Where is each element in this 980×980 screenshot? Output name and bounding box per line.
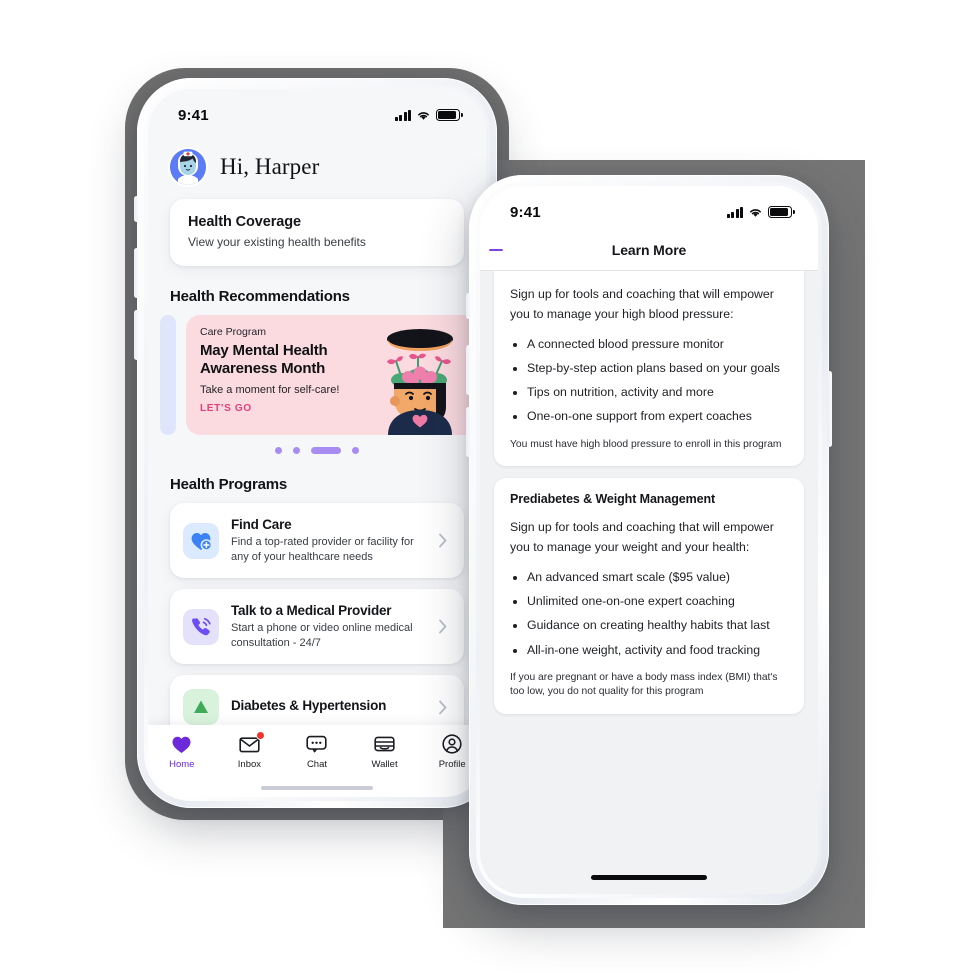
volume-up-button[interactable] <box>466 345 471 395</box>
chevron-right-icon <box>439 533 447 548</box>
content-scroll-area[interactable]: Sign up for tools and coaching that will… <box>480 271 818 894</box>
phone-left: 9:41 Hi, Harper Health Coverage View you… <box>125 68 509 820</box>
tab-wallet[interactable]: Wallet <box>351 734 419 770</box>
health-recommendations-title: Health Recommendations <box>170 288 350 305</box>
bullet-item: Step-by-step action plans based on your … <box>527 359 788 377</box>
home-screen-body: Hi, Harper Health Coverage View your exi… <box>148 133 486 797</box>
program-title: Find Care <box>231 517 292 532</box>
program-card-blood-pressure: Sign up for tools and coaching that will… <box>494 271 804 467</box>
phone-right: 9:41 Learn More Sign up for tools and co… <box>466 175 832 905</box>
carousel-dots[interactable] <box>148 447 486 454</box>
signal-bars-icon <box>726 206 743 218</box>
health-coverage-subtitle: View your existing health benefits <box>188 235 366 249</box>
bullet-item: All-in-one weight, activity and food tra… <box>527 641 788 659</box>
program-row-find-care[interactable]: Find Care Find a top-rated provider or f… <box>170 503 464 579</box>
power-button[interactable] <box>827 371 832 447</box>
envelope-icon <box>239 731 265 754</box>
person-circle-icon <box>442 734 462 754</box>
wifi-icon <box>418 111 429 120</box>
battery-icon <box>436 109 463 121</box>
program-description: Start a phone or video online medical co… <box>231 622 413 649</box>
mute-switch[interactable] <box>466 293 471 319</box>
program-row-talk-to-provider[interactable]: Talk to a Medical Provider Start a phone… <box>170 589 464 665</box>
card-fineprint: If you are pregnant or have a body mass … <box>510 671 778 698</box>
tab-label: Wallet <box>371 759 398 770</box>
nav-bar: Learn More <box>480 230 818 271</box>
health-programs-title: Health Programs <box>170 476 288 493</box>
promo-title: May Mental Health Awareness Month <box>200 342 328 377</box>
signal-bars-icon <box>394 109 411 121</box>
inbox-badge <box>255 731 265 740</box>
status-bar-left: 9:41 <box>148 89 486 133</box>
carousel-dot-2[interactable] <box>293 447 300 454</box>
wifi-icon <box>750 208 761 217</box>
recommendations-carousel[interactable]: Care Program May Mental Health Awareness… <box>148 315 486 441</box>
chevron-right-icon <box>439 700 447 714</box>
mental-health-illustration <box>387 329 453 435</box>
bottom-tab-bar: Home Inbox Chat Wallet Profile <box>148 725 486 797</box>
carousel-card-prev[interactable] <box>160 315 176 435</box>
bullet-item: An advanced smart scale ($95 value) <box>527 568 788 586</box>
card-bullet-list: A connected blood pressure monitor Step-… <box>510 335 788 426</box>
tab-home[interactable]: Home <box>148 734 216 770</box>
health-coverage-card[interactable]: Health Coverage View your existing healt… <box>170 199 464 266</box>
status-time: 9:41 <box>510 203 541 221</box>
tab-label: Home <box>169 759 195 770</box>
bullet-item: Tips on nutrition, activity and more <box>527 383 788 401</box>
back-arrow-icon[interactable] <box>488 242 504 258</box>
learn-more-screen: Learn More Sign up for tools and coachin… <box>480 230 818 894</box>
tab-inbox[interactable]: Inbox <box>216 731 284 770</box>
bullet-item: One-on-one support from expert coaches <box>527 407 788 425</box>
wallet-icon <box>374 734 395 754</box>
volume-up-button[interactable] <box>134 248 139 298</box>
status-bar-right: 9:41 <box>480 186 818 230</box>
battery-icon <box>768 206 795 218</box>
bullet-item: Guidance on creating healthy habits that… <box>527 616 788 634</box>
card-heading: Prediabetes & Weight Management <box>510 492 716 507</box>
home-indicator <box>261 786 373 790</box>
card-fineprint: You must have high blood pressure to enr… <box>510 438 782 450</box>
bullet-item: A connected blood pressure monitor <box>527 335 788 353</box>
chat-bubble-icon <box>306 734 328 754</box>
program-description: Find a top-rated provider or facility fo… <box>231 536 414 563</box>
chart-up-icon <box>183 689 219 726</box>
status-icons <box>394 109 463 121</box>
status-icons <box>726 206 795 218</box>
program-title: Diabetes & Hypertension <box>231 698 387 714</box>
nurse-avatar-icon[interactable] <box>170 149 206 185</box>
phone-right-screen: 9:41 Learn More Sign up for tools and co… <box>480 186 818 894</box>
program-card-prediabetes-weight: Prediabetes & Weight Management Sign up … <box>494 478 804 714</box>
status-time: 9:41 <box>178 106 209 124</box>
promo-card[interactable]: Care Program May Mental Health Awareness… <box>186 315 480 435</box>
card-lead-text: Sign up for tools and coaching that will… <box>510 520 774 555</box>
greeting-row: Hi, Harper <box>148 133 486 199</box>
heart-plus-icon <box>183 522 219 559</box>
carousel-dot-3-active[interactable] <box>311 447 341 454</box>
volume-down-button[interactable] <box>466 407 471 457</box>
heart-icon <box>171 734 192 754</box>
tab-chat[interactable]: Chat <box>283 734 351 770</box>
card-bullet-list: An advanced smart scale ($95 value) Unli… <box>510 568 788 659</box>
volume-down-button[interactable] <box>134 310 139 360</box>
bullet-item: Unlimited one-on-one expert coaching <box>527 592 788 610</box>
health-coverage-title: Health Coverage <box>188 214 301 230</box>
tab-label: Profile <box>438 759 466 770</box>
mockup-stage: 9:41 Hi, Harper Health Coverage View you… <box>0 0 980 980</box>
tab-label: Chat <box>306 759 328 770</box>
program-title: Talk to a Medical Provider <box>231 603 392 619</box>
health-programs-list: Find Care Find a top-rated provider or f… <box>148 503 486 740</box>
carousel-dot-1[interactable] <box>275 447 282 454</box>
card-lead-text: Sign up for tools and coaching that will… <box>510 287 774 321</box>
mute-switch[interactable] <box>134 196 139 222</box>
tab-label: Inbox <box>237 759 262 770</box>
carousel-dot-4[interactable] <box>352 447 359 454</box>
phone-call-icon <box>183 608 219 645</box>
home-indicator <box>591 875 707 880</box>
chevron-right-icon <box>439 619 447 634</box>
phone-left-screen: 9:41 Hi, Harper Health Coverage View you… <box>148 89 486 797</box>
nav-title: Learn More <box>611 242 687 258</box>
greeting-text: Hi, Harper <box>220 154 320 179</box>
